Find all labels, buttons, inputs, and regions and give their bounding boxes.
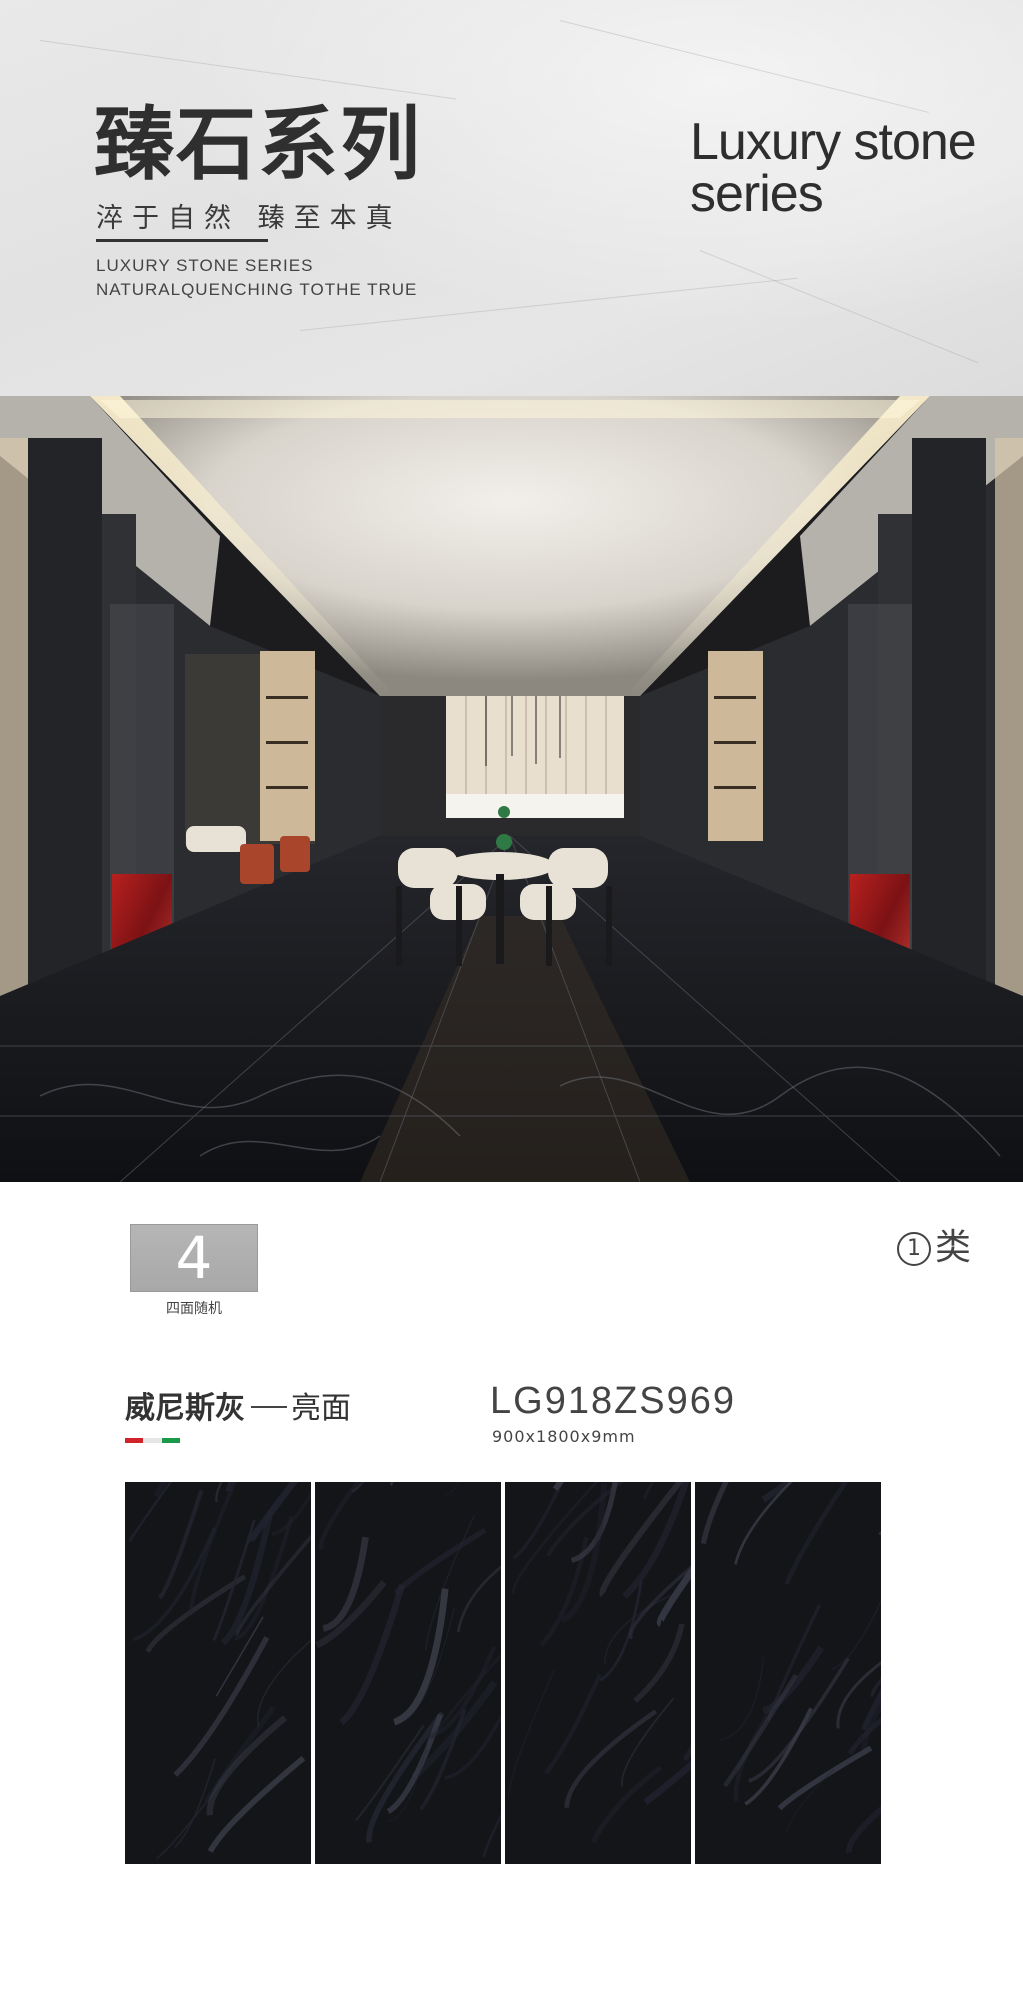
flag-stripe-red xyxy=(125,1438,144,1443)
tile-1 xyxy=(125,1482,311,1864)
interior-scene-image xyxy=(0,396,1023,1182)
grade-number: 1 xyxy=(896,1232,931,1266)
product-name: 威尼斯灰 亮面 xyxy=(125,1383,351,1427)
series-title-cn: 臻石系列 xyxy=(94,98,422,191)
flag-stripe-green xyxy=(161,1438,180,1443)
series-subtitle-cn: 淬于自然 臻至本真 xyxy=(96,203,402,234)
luxury-title-line-1: Luxury stone xyxy=(690,113,977,171)
product-finish: 亮面 xyxy=(291,1391,351,1426)
luxury-stone-title: Luxury stone series xyxy=(690,113,977,223)
marble-header: 臻石系列 淬于自然 臻至本真 LUXURY STONE SERIES NATUR… xyxy=(0,0,1023,396)
grade-indicator: 1类 xyxy=(896,1218,971,1270)
product-code: LG918ZS969 xyxy=(490,1380,737,1422)
flag-stripe-white xyxy=(143,1438,162,1443)
tile-3 xyxy=(505,1482,691,1864)
product-name-text: 威尼斯灰 xyxy=(125,1391,245,1426)
grade-label: 类 xyxy=(934,1227,971,1268)
tile-2 xyxy=(315,1482,501,1864)
luxury-title-line-2: series xyxy=(690,165,824,223)
tile-layout-preview xyxy=(125,1482,882,1864)
tile-4 xyxy=(695,1482,881,1864)
product-page: 臻石系列 淬于自然 臻至本真 LUXURY STONE SERIES NATUR… xyxy=(0,0,1023,2000)
series-tagline-en: NATURALQUENCHING TOTHE TRUE xyxy=(96,280,418,299)
series-title-en: LUXURY STONE SERIES xyxy=(96,256,314,275)
face-count-label: 四面随机 xyxy=(166,1301,222,1317)
product-size: 900x1800x9mm xyxy=(492,1427,636,1446)
italy-flag-icon xyxy=(125,1438,180,1443)
face-count-badge: 4 xyxy=(130,1224,258,1292)
name-dash xyxy=(251,1406,287,1408)
title-divider xyxy=(96,239,268,242)
